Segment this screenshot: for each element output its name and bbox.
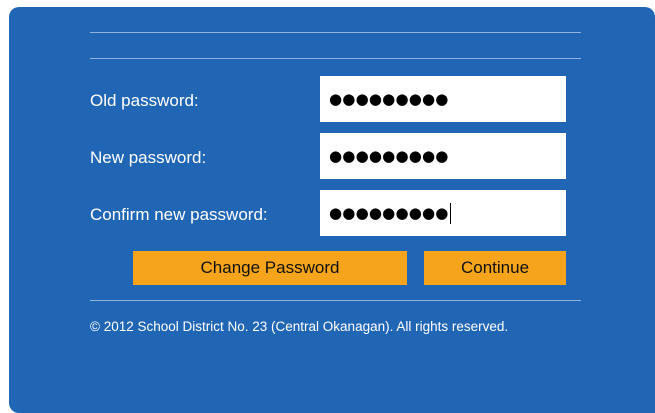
confirm-password-field[interactable]: ●●●●●●●●● bbox=[320, 190, 566, 236]
new-password-field[interactable]: ●●●●●●●●● bbox=[320, 133, 566, 179]
new-password-label: New password: bbox=[90, 148, 207, 167]
new-password-mask: ●●●●●●●●● bbox=[329, 146, 449, 165]
confirm-password-label: Confirm new password: bbox=[90, 205, 268, 224]
header-divider bbox=[90, 58, 581, 59]
old-password-field[interactable]: ●●●●●●●●● bbox=[320, 76, 566, 122]
top-divider bbox=[90, 32, 581, 33]
footer-divider bbox=[90, 300, 581, 301]
old-password-label: Old password: bbox=[90, 91, 199, 110]
copyright-text: © 2012 School District No. 23 (Central O… bbox=[90, 319, 509, 334]
text-caret bbox=[449, 202, 451, 224]
change-password-button[interactable]: Change Password bbox=[133, 251, 407, 285]
confirm-password-mask: ●●●●●●●●● bbox=[329, 203, 449, 222]
continue-button[interactable]: Continue bbox=[424, 251, 566, 285]
password-change-panel: Old password: ●●●●●●●●● New password: ●●… bbox=[9, 7, 655, 413]
old-password-mask: ●●●●●●●●● bbox=[329, 89, 449, 108]
